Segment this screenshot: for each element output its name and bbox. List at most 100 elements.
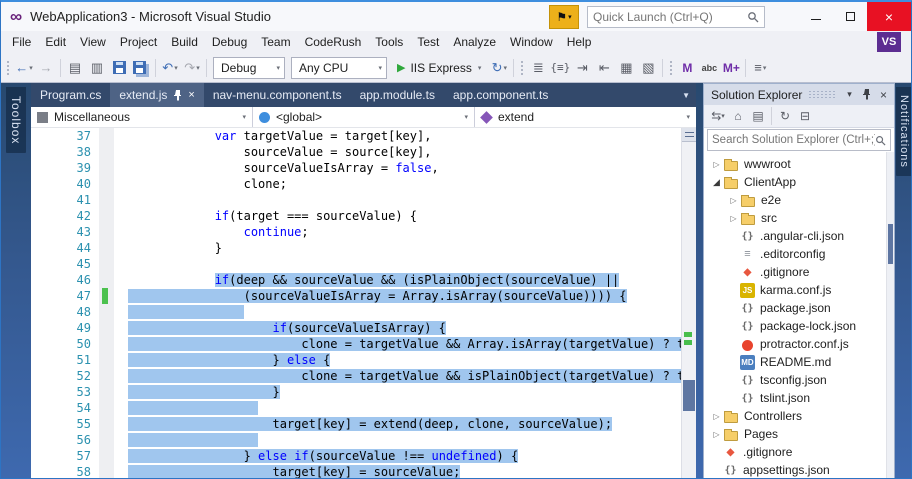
breakpoint-margin[interactable]: [31, 288, 59, 304]
menu-item-project[interactable]: Project: [113, 31, 164, 53]
code-line[interactable]: 49 if(sourceValueIsArray) {: [31, 320, 681, 336]
code-line[interactable]: 42 if(target === sourceValue) {: [31, 208, 681, 224]
tree-item-.angular-cli.json[interactable]: {} .angular-cli.json: [704, 227, 894, 245]
breakpoint-margin[interactable]: [31, 400, 59, 416]
new-project-icon[interactable]: ▤: [65, 57, 85, 79]
sync-icon[interactable]: ↻: [775, 106, 795, 126]
solution-explorer-scrollbar[interactable]: [886, 152, 894, 478]
markdown-new-icon[interactable]: M+: [721, 57, 741, 79]
splitter-handle[interactable]: [682, 128, 696, 142]
menu-item-file[interactable]: File: [5, 31, 38, 53]
tab-nav-menu.component.ts[interactable]: nav-menu.component.ts: [204, 83, 351, 107]
menu-item-tools[interactable]: Tools: [368, 31, 410, 53]
tree-item-.editorconfig[interactable]: ≡ .editorconfig: [704, 245, 894, 263]
quick-launch-input[interactable]: Quick Launch (Ctrl+Q): [587, 5, 765, 28]
breakpoint-margin[interactable]: [31, 432, 59, 448]
expand-arrow-icon[interactable]: ▷: [710, 160, 723, 169]
refresh-icon[interactable]: ↻ ▾: [489, 57, 509, 79]
breakpoint-margin[interactable]: [31, 464, 59, 478]
toolbar-grip[interactable]: [669, 59, 674, 76]
breakpoint-margin[interactable]: [31, 352, 59, 368]
tree-item-.gitignore[interactable]: ◆ .gitignore: [704, 263, 894, 281]
breakpoint-margin[interactable]: [31, 160, 59, 176]
toolbar-grip[interactable]: [520, 59, 525, 76]
tab-Program.cs[interactable]: Program.cs: [31, 83, 110, 107]
code-line[interactable]: 50 clone = targetValue && Array.isArray(…: [31, 336, 681, 352]
breakpoint-margin[interactable]: [31, 304, 59, 320]
collapse-all-icon[interactable]: ⊟: [795, 106, 815, 126]
breakpoint-margin[interactable]: [31, 336, 59, 352]
code-line[interactable]: 56: [31, 432, 681, 448]
solution-tree[interactable]: ▷ wwwroot ◢ ClientApp ▷ e2e ▷ src {} .angular-cli…: [704, 152, 894, 478]
breakpoint-margin[interactable]: [31, 192, 59, 208]
code-line[interactable]: 44 }: [31, 240, 681, 256]
menu-item-window[interactable]: Window: [503, 31, 560, 53]
pin-icon[interactable]: [174, 89, 182, 101]
code-line[interactable]: 53 }: [31, 384, 681, 400]
close-button[interactable]: ×: [867, 2, 911, 31]
code-line[interactable]: 46 if(deep && sourceValue && (isPlainObj…: [31, 272, 681, 288]
tree-item-package.json[interactable]: {} package.json: [704, 299, 894, 317]
breakpoint-margin[interactable]: [31, 384, 59, 400]
code-line[interactable]: 37 var targetValue = target[key],: [31, 128, 681, 144]
scrollbar-thumb[interactable]: [683, 380, 695, 411]
home-icon[interactable]: ⌂: [728, 106, 748, 126]
code-line[interactable]: 43 continue;: [31, 224, 681, 240]
expand-arrow-icon[interactable]: ▷: [727, 196, 740, 205]
show-all-files-icon[interactable]: ▤: [748, 106, 768, 126]
window-position-chevron-icon[interactable]: ▾: [841, 85, 858, 104]
tree-item-tslint.json[interactable]: {} tslint.json: [704, 389, 894, 407]
menu-item-view[interactable]: View: [73, 31, 113, 53]
pin-icon[interactable]: [858, 85, 875, 104]
spell-checker-icon[interactable]: abc: [699, 57, 719, 79]
tab-list-chevron-icon[interactable]: ▼: [676, 91, 696, 100]
close-tab-icon[interactable]: ×: [188, 89, 194, 101]
tree-item-wwwroot[interactable]: ▷ wwwroot: [704, 155, 894, 173]
code-line[interactable]: 45: [31, 256, 681, 272]
tree-item-appsettings.json[interactable]: {} appsettings.json: [704, 461, 894, 478]
solution-platform-dropdown[interactable]: Any CPU ▾: [291, 56, 387, 79]
tree-item-src[interactable]: ▷ src: [704, 209, 894, 227]
menu-item-debug[interactable]: Debug: [205, 31, 254, 53]
account-badge[interactable]: VS: [877, 32, 901, 52]
tree-item-package-lock.json[interactable]: {} package-lock.json: [704, 317, 894, 335]
code-editor[interactable]: 37 var targetValue = target[key], 38 sour…: [31, 128, 696, 478]
maximize-restore-button[interactable]: [833, 2, 867, 31]
indent-icon[interactable]: ⇥: [572, 57, 592, 79]
breakpoint-margin[interactable]: [31, 208, 59, 224]
menu-item-analyze[interactable]: Analyze: [446, 31, 503, 53]
code-line[interactable]: 52 clone = targetValue && isPlainObject(…: [31, 368, 681, 384]
solution-explorer-search-input[interactable]: Search Solution Explorer (Ctrl+;): [707, 129, 891, 151]
tab-app.module.ts[interactable]: app.module.ts: [351, 83, 444, 107]
tree-item-Pages[interactable]: ▷ Pages: [704, 425, 894, 443]
code-line[interactable]: 38 sourceValue = source[key],: [31, 144, 681, 160]
feedback-button[interactable]: ⚑ ▾: [549, 4, 579, 29]
code-line[interactable]: 55 target[key] = extend(deep, clone, sou…: [31, 416, 681, 432]
braces-icon[interactable]: {≡}: [550, 57, 570, 79]
code-lines[interactable]: 37 var targetValue = target[key], 38 sour…: [31, 128, 681, 478]
expand-arrow-icon[interactable]: ▷: [710, 412, 723, 421]
toolbar-grip[interactable]: [6, 59, 10, 76]
code-line[interactable]: 54: [31, 400, 681, 416]
scope-dropdown[interactable]: <global> ▾: [253, 107, 475, 127]
code-line[interactable]: 40 clone;: [31, 176, 681, 192]
editor-scrollbar[interactable]: [681, 128, 696, 478]
menu-item-edit[interactable]: Edit: [38, 31, 73, 53]
breakpoint-margin[interactable]: [31, 224, 59, 240]
project-dropdown[interactable]: Miscellaneous ▾: [31, 107, 253, 127]
tree-item-tsconfig.json[interactable]: {} tsconfig.json: [704, 371, 894, 389]
tree-item-protractor.conf.js[interactable]: protractor.conf.js: [704, 335, 894, 353]
member-dropdown[interactable]: extend ▾: [475, 107, 696, 127]
breakpoint-margin[interactable]: [31, 176, 59, 192]
tree-item-README.md[interactable]: MD README.md: [704, 353, 894, 371]
close-icon[interactable]: ×: [875, 85, 892, 104]
navigate-forward-icon[interactable]: →: [36, 57, 56, 79]
tree-item-ClientApp[interactable]: ◢ ClientApp: [704, 173, 894, 191]
code-line[interactable]: 47 (sourceValueIsArray = Array.isArray(s…: [31, 288, 681, 304]
expand-arrow-icon[interactable]: ▷: [710, 430, 723, 439]
solution-configuration-dropdown[interactable]: Debug ▾: [213, 56, 285, 79]
breakpoint-margin[interactable]: [31, 272, 59, 288]
markdown-preview-icon[interactable]: M: [677, 57, 697, 79]
breakpoint-margin[interactable]: [31, 448, 59, 464]
code-line[interactable]: 48: [31, 304, 681, 320]
